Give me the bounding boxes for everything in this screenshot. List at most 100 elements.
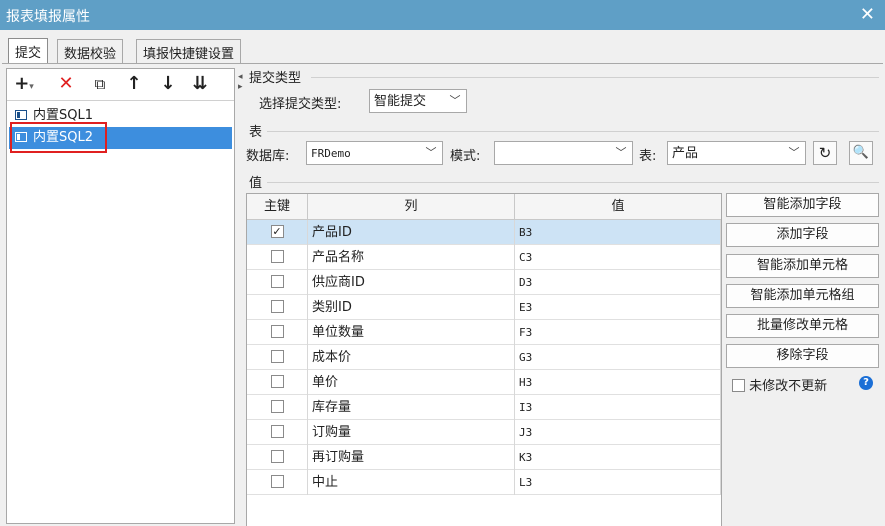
- table-icon: [15, 109, 27, 120]
- column-cell[interactable]: 产品名称: [308, 245, 515, 270]
- divider: [267, 182, 879, 183]
- remove-field-button[interactable]: 移除字段: [726, 344, 879, 368]
- table-row[interactable]: 中止 L3: [247, 470, 721, 495]
- divider: [311, 77, 879, 78]
- column-cell[interactable]: 供应商ID: [308, 270, 515, 295]
- primary-key-checkbox[interactable]: [270, 425, 284, 438]
- add-field-button[interactable]: 添加字段: [726, 223, 879, 247]
- no-update-checkbox[interactable]: [732, 379, 745, 392]
- table-label: 表:: [639, 149, 657, 164]
- schema-label: 模式:: [450, 149, 481, 164]
- table-row[interactable]: 供应商ID D3: [247, 270, 721, 295]
- value-cell[interactable]: B3: [515, 220, 721, 245]
- smart-add-field-button[interactable]: 智能添加字段: [726, 193, 879, 217]
- value-cell[interactable]: F3: [515, 320, 721, 345]
- down-arrow-icon[interactable]: ↓: [157, 73, 179, 95]
- value-cell[interactable]: E3: [515, 295, 721, 320]
- schema-select[interactable]: ﹀: [494, 141, 633, 165]
- primary-key-checkbox[interactable]: [270, 475, 284, 488]
- primary-key-cell: [247, 420, 308, 445]
- column-cell[interactable]: 类别ID: [308, 295, 515, 320]
- table-row[interactable]: 再订购量 K3: [247, 445, 721, 470]
- up-arrow-icon[interactable]: ↑: [123, 73, 145, 95]
- help-icon[interactable]: ?: [859, 376, 873, 390]
- primary-key-checkbox[interactable]: [270, 350, 284, 363]
- value-cell[interactable]: G3: [515, 345, 721, 370]
- primary-key-checkbox[interactable]: [270, 450, 284, 463]
- tab-shortcut-settings[interactable]: 填报快捷键设置: [136, 39, 242, 64]
- value-cell[interactable]: K3: [515, 445, 721, 470]
- primary-key-checkbox[interactable]: ✓: [270, 225, 284, 238]
- sql-list-panel: +▾ ✕ ⧉ ↑ ↓ ⇊ 内置SQL1 内置SQL2: [6, 68, 235, 524]
- key-column-header[interactable]: 主键: [247, 194, 308, 220]
- primary-key-checkbox[interactable]: [270, 375, 284, 388]
- submit-type-label: 选择提交类型:: [259, 97, 342, 112]
- value-cell[interactable]: D3: [515, 270, 721, 295]
- table-row[interactable]: 产品名称 C3: [247, 245, 721, 270]
- value-cell[interactable]: J3: [515, 420, 721, 445]
- divider: [267, 131, 879, 132]
- splitter-handle[interactable]: ◂ ▸: [238, 72, 244, 94]
- table-row[interactable]: 单位数量 F3: [247, 320, 721, 345]
- submit-type-group-label: 提交类型: [249, 71, 302, 86]
- table-row[interactable]: ✓ 产品ID B3: [247, 220, 721, 245]
- tab-data-validation[interactable]: 数据校验: [57, 39, 124, 64]
- batch-edit-cell-button[interactable]: 批量修改单元格: [726, 314, 879, 338]
- primary-key-checkbox[interactable]: [270, 275, 284, 288]
- table-header: 主键 列 值: [247, 194, 721, 220]
- table-select[interactable]: 产品 ﹀: [667, 141, 806, 165]
- column-cell[interactable]: 中止: [308, 470, 515, 495]
- delete-icon[interactable]: ✕: [55, 73, 77, 95]
- column-cell[interactable]: 单位数量: [308, 320, 515, 345]
- smart-add-cell-group-button[interactable]: 智能添加单元格组: [726, 284, 879, 308]
- table-row[interactable]: 类别ID E3: [247, 295, 721, 320]
- smart-add-cell-button[interactable]: 智能添加单元格: [726, 254, 879, 278]
- table-row[interactable]: 订购量 J3: [247, 420, 721, 445]
- preview-icon[interactable]: 🔍: [849, 141, 873, 165]
- value-column-header[interactable]: 值: [515, 194, 721, 220]
- column-cell[interactable]: 再订购量: [308, 445, 515, 470]
- tree-item-sql1[interactable]: 内置SQL1: [9, 105, 232, 127]
- value-cell[interactable]: L3: [515, 470, 721, 495]
- tree-item-sql2[interactable]: 内置SQL2: [9, 127, 232, 149]
- add-icon[interactable]: +▾: [13, 73, 35, 95]
- window-title: 报表填报属性: [6, 9, 90, 25]
- title-bar: 报表填报属性 ✕: [0, 0, 885, 30]
- table-icon: [15, 131, 27, 142]
- primary-key-checkbox[interactable]: [270, 325, 284, 338]
- database-label: 数据库:: [246, 149, 290, 164]
- value-group-label: 值: [249, 176, 263, 191]
- database-select[interactable]: FRDemo ﹀: [306, 141, 443, 165]
- table-row[interactable]: 成本价 G3: [247, 345, 721, 370]
- primary-key-cell: [247, 295, 308, 320]
- primary-key-checkbox[interactable]: [270, 250, 284, 263]
- tab-submit[interactable]: 提交: [8, 38, 49, 65]
- chevron-down-icon: ﹀: [615, 146, 627, 159]
- column-cell[interactable]: 产品ID: [308, 220, 515, 245]
- primary-key-cell: [247, 370, 308, 395]
- copy-icon[interactable]: ⧉: [89, 73, 111, 95]
- refresh-icon[interactable]: ↻: [813, 141, 837, 165]
- column-column-header[interactable]: 列: [308, 194, 515, 220]
- no-update-option[interactable]: 未修改不更新: [732, 375, 827, 394]
- table-row[interactable]: 单价 H3: [247, 370, 721, 395]
- tab-bar: 提交 数据校验 填报快捷键设置: [0, 30, 885, 65]
- chevron-down-icon: ﹀: [425, 146, 437, 159]
- move-bottom-icon[interactable]: ⇊: [189, 73, 211, 95]
- close-icon[interactable]: ✕: [860, 4, 875, 25]
- table-group-label: 表: [249, 125, 263, 140]
- value-cell[interactable]: I3: [515, 395, 721, 420]
- primary-key-checkbox[interactable]: [270, 400, 284, 413]
- tab-content: +▾ ✕ ⧉ ↑ ↓ ⇊ 内置SQL1 内置SQL2 ◂ ▸ 提交类型 选择提交类…: [2, 63, 883, 526]
- submit-type-select[interactable]: 智能提交 ﹀: [369, 89, 467, 113]
- column-cell[interactable]: 库存量: [308, 395, 515, 420]
- value-cell[interactable]: C3: [515, 245, 721, 270]
- value-cell[interactable]: H3: [515, 370, 721, 395]
- primary-key-cell: ✓: [247, 220, 308, 245]
- column-cell[interactable]: 单价: [308, 370, 515, 395]
- table-row[interactable]: 库存量 I3: [247, 395, 721, 420]
- column-cell[interactable]: 订购量: [308, 420, 515, 445]
- column-cell[interactable]: 成本价: [308, 345, 515, 370]
- primary-key-checkbox[interactable]: [270, 300, 284, 313]
- field-mapping-table: 主键 列 值 ✓ 产品ID B3 产品名称 C3 供应商ID D3 类别ID E3 单位数量 F3 成…: [246, 193, 722, 526]
